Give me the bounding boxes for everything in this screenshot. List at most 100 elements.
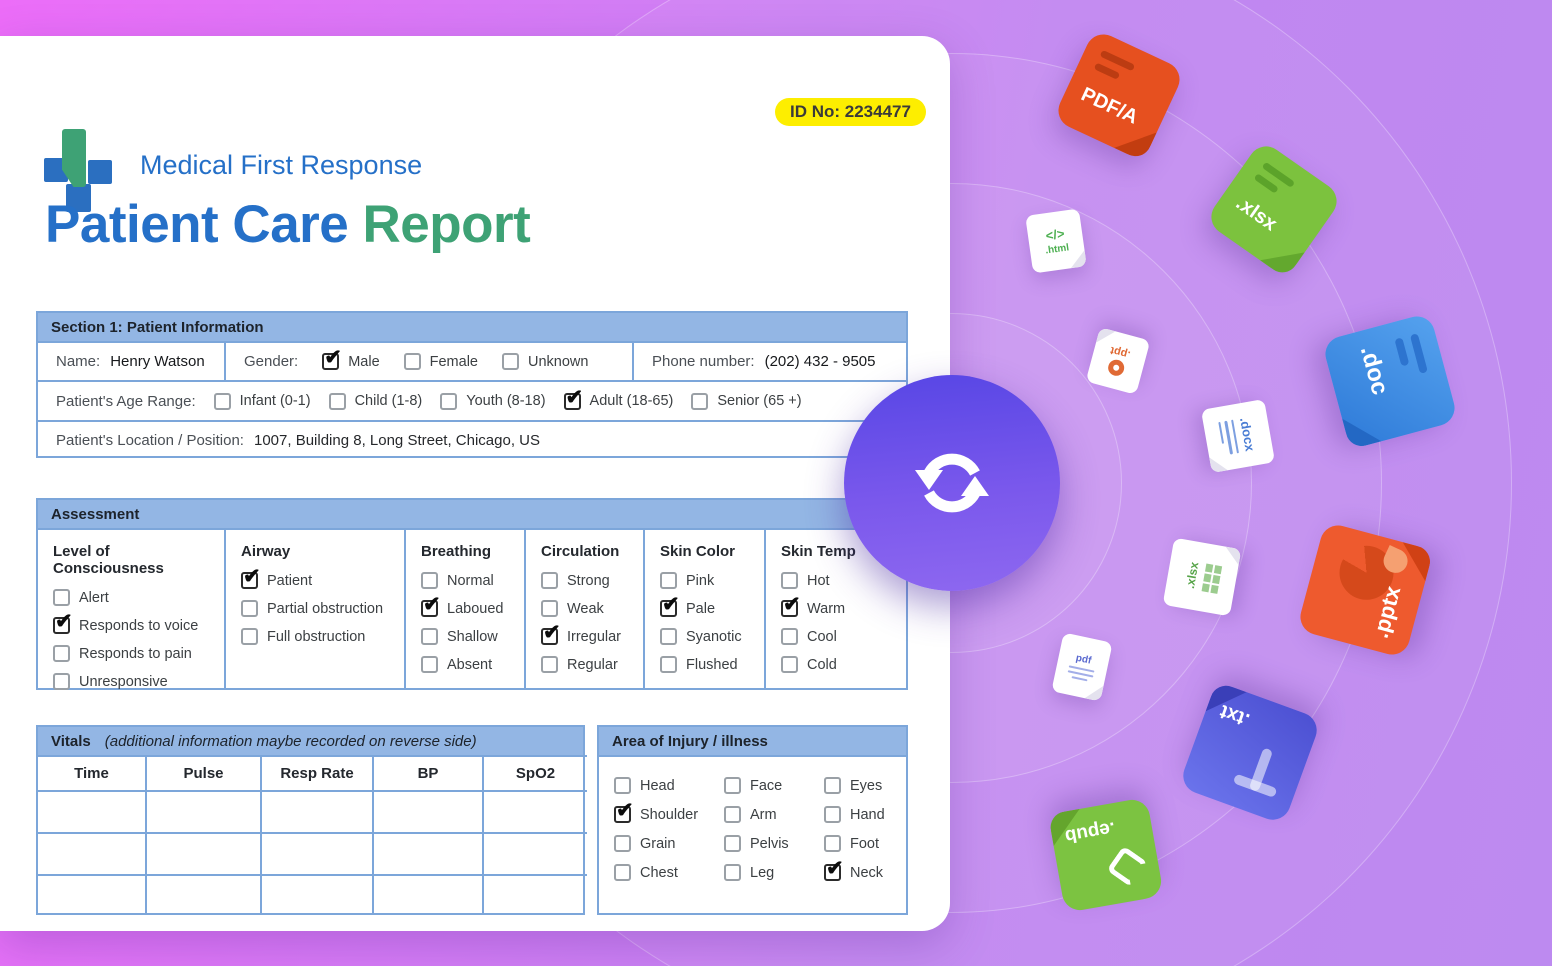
vitals-cell[interactable] [145,874,260,915]
assessment-option[interactable]: Responds to pain [53,645,224,662]
checkbox[interactable] [824,806,841,823]
checkbox[interactable] [53,645,70,662]
checkbox[interactable] [53,673,70,690]
checkbox[interactable] [241,600,258,617]
checkbox[interactable] [724,835,741,852]
vitals-cell[interactable] [482,790,587,832]
vitals-cell[interactable] [372,874,482,915]
assessment-option[interactable]: Strong [541,572,643,589]
assessment-option[interactable]: Regular [541,656,643,673]
injury-option-grain[interactable]: Grain [614,835,724,852]
vitals-cell[interactable] [38,790,145,832]
checkbox[interactable] [724,864,741,881]
gender-option-female[interactable]: Female [403,353,478,370]
vitals-cell[interactable] [372,790,482,832]
vitals-cell[interactable] [38,832,145,874]
checkbox[interactable] [53,609,73,634]
checkbox[interactable] [660,572,677,589]
injury-option-foot[interactable]: Foot [824,835,906,852]
checkbox[interactable] [660,656,677,673]
checkbox[interactable] [781,628,798,645]
checkbox[interactable] [614,798,634,823]
injury-option-head[interactable]: Head [614,777,724,794]
assessment-option[interactable]: Pale [660,592,764,617]
injury-option-chest[interactable]: Chest [614,864,724,881]
vitals-cell[interactable] [372,832,482,874]
checkbox[interactable] [541,600,558,617]
checkbox[interactable] [691,392,709,410]
vitals-cell[interactable] [260,874,372,915]
gender-option-male[interactable]: Male [322,345,380,370]
checkbox[interactable] [440,392,458,410]
checkbox[interactable] [781,592,801,617]
age-option-adult[interactable]: Adult (18-65) [563,385,673,410]
checkbox[interactable] [824,856,844,881]
assessment-option[interactable]: Warm [781,592,906,617]
injury-option-leg[interactable]: Leg [724,864,824,881]
vitals-cell[interactable] [482,832,587,874]
location-row[interactable]: Patient's Location / Position: 1007, Bui… [38,420,906,458]
vitals-cell[interactable] [482,874,587,915]
injury-option-pelvis[interactable]: Pelvis [724,835,824,852]
checkbox[interactable] [781,572,798,589]
checkbox[interactable] [563,385,583,410]
checkbox[interactable] [541,656,558,673]
assessment-option[interactable]: Hot [781,572,906,589]
gender-option-unknown[interactable]: Unknown [502,353,588,370]
vitals-cell[interactable] [38,874,145,915]
checkbox[interactable] [421,628,438,645]
assessment-option[interactable]: Flushed [660,656,764,673]
checkbox[interactable] [614,777,631,794]
checkbox[interactable] [241,628,258,645]
assessment-option[interactable]: Partial obstruction [241,600,404,617]
injury-option-hand[interactable]: Hand [824,806,906,823]
checkbox[interactable] [421,572,438,589]
injury-option-face[interactable]: Face [724,777,824,794]
assessment-option[interactable]: Unresponsive [53,673,224,690]
assessment-option[interactable]: Irregular [541,620,643,645]
checkbox[interactable] [328,392,346,410]
checkbox[interactable] [53,589,70,606]
phone-field[interactable]: Phone number: (202) 432 - 9505 [634,343,906,380]
checkbox[interactable] [421,656,438,673]
checkbox[interactable] [660,628,677,645]
checkbox[interactable] [724,777,741,794]
checkbox[interactable] [824,835,841,852]
checkbox[interactable] [241,564,261,589]
age-option-senior[interactable]: Senior (65 +) [691,392,802,410]
age-option-child[interactable]: Child (1-8) [328,392,422,410]
assessment-option[interactable]: Normal [421,572,524,589]
assessment-option[interactable]: Alert [53,589,224,606]
checkbox[interactable] [781,656,798,673]
injury-option-eyes[interactable]: Eyes [824,777,906,794]
injury-option-shoulder[interactable]: Shoulder [614,798,724,823]
assessment-option[interactable]: Shallow [421,628,524,645]
vitals-cell[interactable] [260,790,372,832]
assessment-option[interactable]: Patient [241,564,404,589]
vitals-cell[interactable] [145,790,260,832]
injury-option-neck[interactable]: Neck [824,856,906,881]
assessment-option[interactable]: Cool [781,628,906,645]
vitals-cell[interactable] [260,832,372,874]
assessment-option[interactable]: Pink [660,572,764,589]
assessment-option[interactable]: Weak [541,600,643,617]
checkbox[interactable] [824,777,841,794]
checkbox[interactable] [541,620,561,645]
convert-sync-button[interactable] [844,375,1060,591]
injury-option-arm[interactable]: Arm [724,806,824,823]
checkbox[interactable] [213,392,231,410]
vitals-cell[interactable] [145,832,260,874]
checkbox[interactable] [614,864,631,881]
assessment-option[interactable]: Laboued [421,592,524,617]
assessment-option[interactable]: Cold [781,656,906,673]
assessment-option[interactable]: Absent [421,656,524,673]
age-option-youth[interactable]: Youth (8-18) [440,392,546,410]
checkbox[interactable] [403,353,421,370]
checkbox[interactable] [502,353,519,370]
assessment-option[interactable]: Syanotic [660,628,764,645]
checkbox[interactable] [421,592,441,617]
checkbox[interactable] [660,592,680,617]
age-option-infant[interactable]: Infant (0-1) [213,392,311,410]
assessment-option[interactable]: Full obstruction [241,628,404,645]
name-field[interactable]: Name: Henry Watson [38,343,224,380]
